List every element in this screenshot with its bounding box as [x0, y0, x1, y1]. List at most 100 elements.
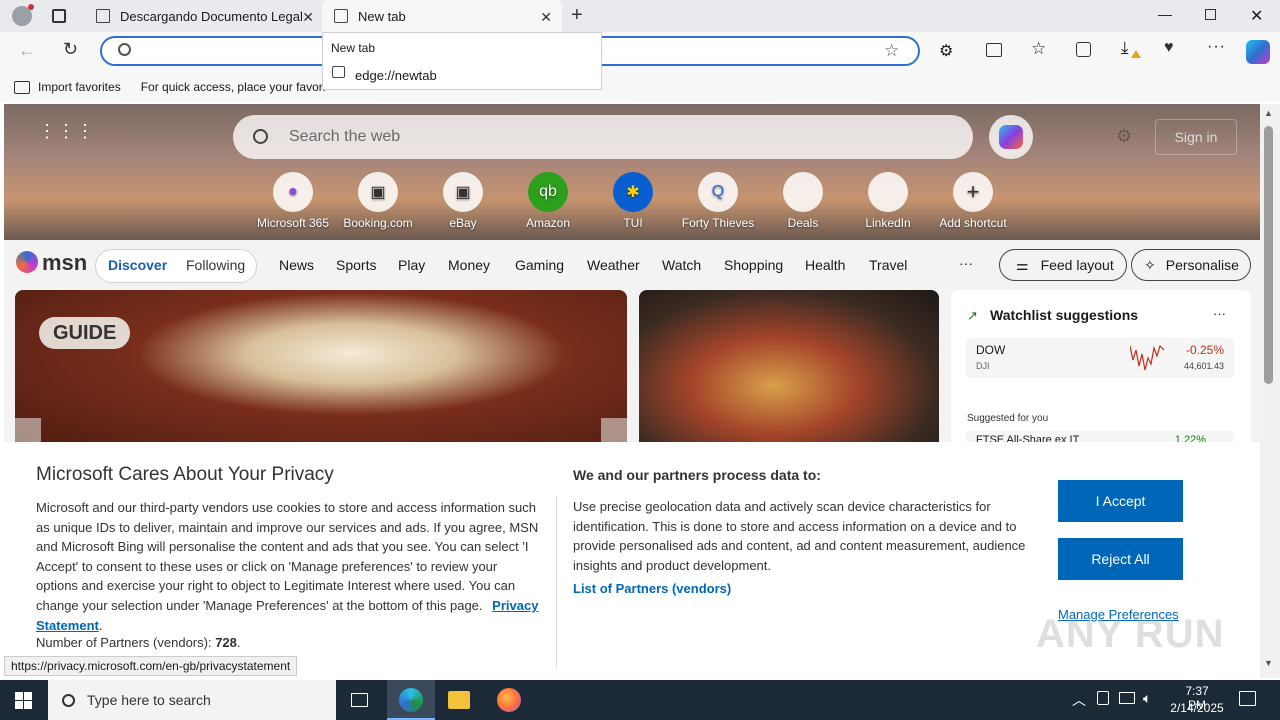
stock-row-dow[interactable]: DOW DJI -0.25% 44,601.43: [966, 338, 1234, 378]
title-bar: Descargando Documento Legal ✕ New tab ✕ …: [0, 0, 1280, 32]
favorites-bar: Import favorites For quick access, place…: [0, 72, 1280, 102]
taskbar-search-box[interactable]: Type here to search: [48, 680, 336, 720]
nav-news[interactable]: News: [279, 257, 314, 273]
stock-value: 44,601.43: [1183, 361, 1224, 371]
nav-watch[interactable]: Watch: [662, 257, 701, 273]
nav-shopping[interactable]: Shopping: [724, 257, 783, 273]
apps-grid-icon[interactable]: ⋮⋮⋮: [38, 122, 95, 140]
status-url-tooltip: https://privacy.microsoft.com/en-gb/priv…: [4, 656, 298, 676]
volume-icon[interactable]: 🔈︎: [1143, 690, 1151, 707]
import-favorites-link[interactable]: Import favorites: [38, 80, 121, 94]
taskbar-search-placeholder: Type here to search: [87, 692, 211, 708]
privacy-body: Microsoft and our third-party vendors us…: [36, 500, 539, 633]
guide-food-card[interactable]: GUIDE: [15, 290, 627, 450]
shortcut-microsoft-365[interactable]: ● Microsoft 365: [248, 172, 338, 230]
shortcut-deals[interactable]: Deals: [758, 172, 848, 230]
search-icon: [62, 693, 75, 707]
scroll-thumb[interactable]: [1264, 126, 1273, 384]
close-tab-icon[interactable]: ✕: [540, 9, 552, 26]
notifications-icon[interactable]: [1239, 691, 1256, 706]
shortcut-tui[interactable]: ✱ TUI: [588, 172, 678, 230]
scroll-up-arrow[interactable]: ▲: [1264, 108, 1273, 118]
watchlist-more-button[interactable]: ···: [1213, 306, 1226, 321]
scroll-down-arrow[interactable]: ▼: [1264, 658, 1273, 668]
favorites-hint: For quick access, place your favori: [140, 80, 326, 94]
add-shortcut-button[interactable]: + Add shortcut: [928, 172, 1018, 230]
document-icon: [96, 9, 110, 23]
clock-date[interactable]: 2/14/2025: [1166, 701, 1228, 715]
msn-logo-text[interactable]: msn: [42, 250, 87, 276]
deals-icon: [783, 172, 823, 212]
nav-gaming[interactable]: Gaming: [515, 257, 564, 273]
close-tab-icon[interactable]: ✕: [302, 9, 314, 26]
shortcut-amazon[interactable]: qb Amazon: [503, 172, 593, 230]
personalise-button[interactable]: ✧ Personalise: [1131, 249, 1251, 281]
firefox-icon[interactable]: [497, 688, 521, 712]
watchlist-title: Watchlist suggestions: [990, 307, 1139, 323]
copilot-icon[interactable]: [1246, 40, 1270, 64]
collections-icon[interactable]: [1076, 42, 1091, 57]
tab-title: New tab: [358, 8, 406, 24]
tui-icon: ✱: [613, 172, 653, 212]
nav-weather[interactable]: Weather: [587, 257, 640, 273]
refresh-icon[interactable]: ↻: [63, 39, 78, 60]
newtab-small-icon: [332, 66, 345, 78]
nav-following[interactable]: Following: [186, 257, 245, 273]
split-screen-icon[interactable]: [986, 43, 1002, 57]
sign-in-button[interactable]: Sign in: [1155, 119, 1237, 155]
anyrun-watermark: ANY RUN: [1036, 612, 1225, 656]
shortcut-booking[interactable]: ▣ Booking.com: [333, 172, 423, 230]
shortcut-forty-thieves[interactable]: Q Forty Thieves: [673, 172, 763, 230]
accept-button[interactable]: I Accept: [1058, 480, 1183, 522]
extensions-icon[interactable]: ⚙: [939, 41, 953, 61]
nav-sports[interactable]: Sports: [336, 257, 376, 273]
favorites-icon[interactable]: ☆: [1031, 39, 1046, 59]
newtab-icon: [334, 9, 348, 23]
favorite-star-icon[interactable]: ☆: [884, 41, 899, 61]
shortcut-linkedin[interactable]: LinkedIn: [843, 172, 933, 230]
nav-money[interactable]: Money: [448, 257, 490, 273]
settings-gear-icon[interactable]: ⚙: [1116, 126, 1132, 147]
minimize-button[interactable]: —: [1158, 6, 1172, 22]
file-explorer-icon[interactable]: [448, 691, 470, 709]
list-of-partners-link[interactable]: List of Partners (vendors): [573, 581, 731, 596]
windows-start-icon[interactable]: [15, 692, 32, 709]
nav-travel[interactable]: Travel: [869, 257, 907, 273]
close-window-button[interactable]: ✕: [1250, 6, 1263, 26]
watchlist-card: ↗ Watchlist suggestions ··· DOW DJI -0.2…: [951, 290, 1251, 450]
tab-actions-icon[interactable]: [52, 9, 66, 23]
task-view-icon[interactable]: [351, 693, 368, 707]
network-status-icon[interactable]: [1119, 692, 1135, 704]
ebay-icon: ▣: [443, 172, 483, 212]
microsoft-365-icon: ●: [273, 172, 313, 212]
dropdown-item[interactable]: edge://newtab: [355, 68, 437, 83]
network-icon[interactable]: [1097, 691, 1109, 705]
web-search-box[interactable]: Search the web: [233, 115, 973, 159]
downloads-icon[interactable]: ⤓: [1121, 38, 1129, 58]
hotpot-food-card[interactable]: [639, 290, 939, 450]
nav-more-button[interactable]: ···: [959, 255, 973, 271]
reject-all-button[interactable]: Reject All: [1058, 538, 1183, 580]
stock-name: DOW: [976, 343, 1006, 357]
show-hidden-icons[interactable]: ︿: [1072, 690, 1086, 710]
address-dropdown: New tab edge://newtab: [322, 32, 602, 90]
shortcut-ebay[interactable]: ▣ eBay: [418, 172, 508, 230]
nav-play[interactable]: Play: [398, 257, 425, 273]
nav-health[interactable]: Health: [805, 257, 845, 273]
new-tab-button[interactable]: +: [571, 4, 583, 27]
nav-discover[interactable]: Discover: [108, 257, 167, 273]
plus-icon: +: [953, 172, 993, 212]
settings-more-icon[interactable]: ···: [1207, 38, 1226, 56]
tab-new-tab[interactable]: New tab ✕: [322, 0, 562, 32]
import-icon: [14, 80, 30, 94]
tab-descargando[interactable]: Descargando Documento Legal ✕: [84, 0, 324, 32]
feed-layout-button[interactable]: ⚌ Feed layout: [999, 249, 1127, 281]
amazon-icon: qb: [528, 172, 568, 212]
edge-taskbar-icon[interactable]: [387, 680, 435, 720]
performance-icon[interactable]: ♥: [1164, 39, 1174, 57]
back-icon[interactable]: ←: [18, 40, 36, 61]
page-scrollbar[interactable]: ▲ ▼: [1260, 104, 1280, 678]
copilot-icon[interactable]: [989, 115, 1033, 159]
msn-logo-icon: [16, 251, 38, 273]
restore-button[interactable]: [1205, 9, 1216, 20]
